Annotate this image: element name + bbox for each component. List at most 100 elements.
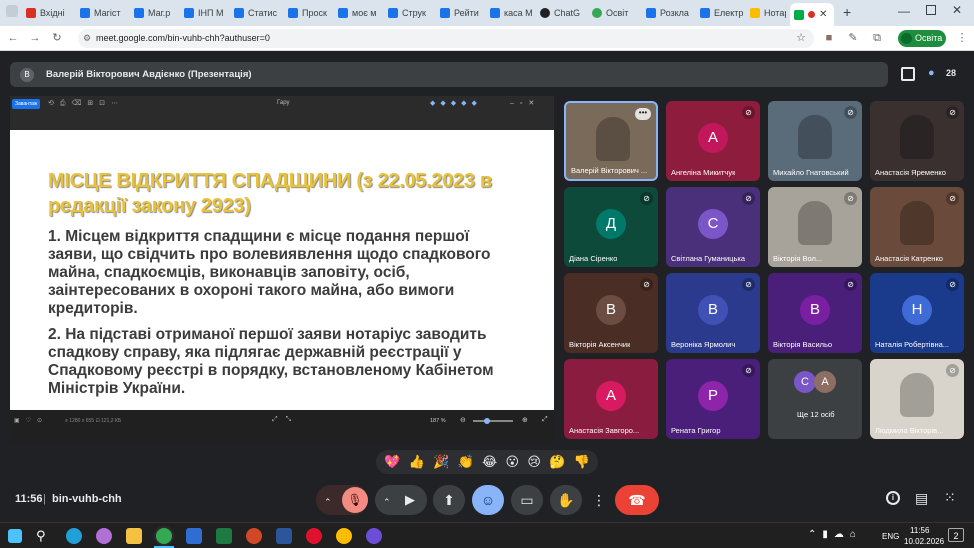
participant-tile[interactable]: ••• Валерій Вікторович ... bbox=[564, 101, 658, 181]
browser-tab[interactable]: Рейти bbox=[436, 4, 482, 22]
chat-icon[interactable]: ▤ bbox=[915, 490, 928, 507]
app-icon[interactable] bbox=[186, 528, 202, 544]
excel-icon[interactable] bbox=[216, 528, 232, 544]
activities-icon[interactable]: ⁙ bbox=[944, 489, 956, 506]
captions-button[interactable]: ▭ bbox=[511, 485, 543, 515]
opera-icon[interactable] bbox=[306, 528, 322, 544]
copilot-icon[interactable] bbox=[96, 528, 112, 544]
participant-tile[interactable]: В ⊘ Вероніка Ярмолич bbox=[666, 273, 760, 353]
browser-tab[interactable]: ІНП М bbox=[180, 4, 226, 22]
browser-tab[interactable]: каса М bbox=[486, 4, 532, 22]
participant-tile[interactable]: С ⊘ Світлана Гуманицька bbox=[666, 187, 760, 267]
participant-tile[interactable]: ⊘ Анастасія Яременко bbox=[870, 101, 964, 181]
language-indicator[interactable]: ENG bbox=[882, 532, 899, 541]
edge-icon[interactable] bbox=[66, 528, 82, 544]
windows-start-icon[interactable] bbox=[8, 529, 22, 543]
participant-tile[interactable]: Н ⊘ Наталія Робертівна... bbox=[870, 273, 964, 353]
browser-tab[interactable]: Нотар bbox=[746, 4, 786, 22]
reaction-party-button[interactable]: 🎉 bbox=[433, 454, 449, 470]
reaction-thumbs-down-button[interactable]: 👎 bbox=[574, 454, 590, 470]
tab-search-icon[interactable] bbox=[6, 5, 18, 17]
participant-tile[interactable]: С А Ще 12 осіб bbox=[768, 359, 862, 439]
browser-tab[interactable]: Освіт bbox=[588, 4, 638, 22]
forward-icon[interactable]: → bbox=[28, 31, 42, 45]
camera-icon: ▶ bbox=[405, 492, 415, 507]
tab-google-meet[interactable]: ✕ bbox=[790, 3, 834, 26]
participant-tile[interactable]: ⊘ Михайло Гнатовський bbox=[768, 101, 862, 181]
stop-presenting-icon[interactable] bbox=[901, 67, 915, 81]
browser-tab[interactable]: Струк bbox=[384, 4, 432, 22]
fullscreen-icon[interactable]: ⤢ bbox=[542, 416, 548, 424]
zoom-in-icon[interactable]: ⊕ bbox=[522, 416, 528, 424]
mic-button[interactable]: ⌃ 🎙 bbox=[316, 485, 368, 515]
app-icon[interactable] bbox=[366, 528, 382, 544]
zoom-slider[interactable] bbox=[473, 420, 513, 422]
chrome-icon[interactable] bbox=[156, 528, 172, 544]
camera-button[interactable]: ⌃ ▶ bbox=[375, 485, 427, 515]
powerpoint-icon[interactable] bbox=[246, 528, 262, 544]
reaction-thumbs-up-button[interactable]: 👍 bbox=[409, 454, 425, 470]
browser-tab[interactable]: Розкла bbox=[642, 4, 692, 22]
bookmark-star-icon[interactable]: ☆ bbox=[796, 29, 806, 48]
participant-tile[interactable]: ⊘ Людмила Вікторів... bbox=[870, 359, 964, 439]
browser-tab[interactable]: Проск bbox=[284, 4, 330, 22]
browser-tab[interactable]: моє м bbox=[334, 4, 380, 22]
more-options-button[interactable]: ⋮ bbox=[589, 485, 609, 515]
info-icon[interactable]: i bbox=[886, 491, 900, 505]
chevron-up-icon[interactable]: ⌃ bbox=[383, 497, 391, 507]
emoji-button[interactable]: ☺ bbox=[472, 485, 504, 515]
menu-dots-icon[interactable]: ⋮ bbox=[955, 31, 969, 45]
reaction-thinking-button[interactable]: 🤔 bbox=[549, 454, 565, 470]
browser-tab[interactable]: Електр bbox=[696, 4, 744, 22]
more-options-icon[interactable]: ••• bbox=[635, 108, 651, 120]
reaction-sad-button[interactable]: 😢 bbox=[527, 454, 541, 470]
extensions-puzzle-icon[interactable]: ⧉ bbox=[870, 31, 884, 45]
present-screen-button[interactable]: ⬆ bbox=[433, 485, 465, 515]
reaction-clap-button[interactable]: 👏 bbox=[458, 454, 474, 470]
close-window-icon[interactable]: ✕ bbox=[952, 3, 962, 17]
chrome-icon[interactable] bbox=[336, 528, 352, 544]
participant-tile[interactable]: Р ⊘ Рената Григор bbox=[666, 359, 760, 439]
participant-tile[interactable]: ⊘ Вікторія Вол... bbox=[768, 187, 862, 267]
close-tab-icon[interactable]: ✕ bbox=[819, 9, 827, 20]
extension-icon[interactable]: ✎ bbox=[846, 31, 860, 45]
participant-tile[interactable]: Д ⊘ Діана Сіренко bbox=[564, 187, 658, 267]
maximize-icon[interactable] bbox=[926, 5, 936, 15]
viewer-tool-button[interactable]: Завантаж bbox=[12, 99, 41, 109]
reaction-heart-button[interactable]: 💖 bbox=[384, 454, 400, 470]
leave-call-button[interactable]: ☎ bbox=[615, 485, 659, 515]
reaction-surprised-button[interactable]: 😮 bbox=[506, 454, 520, 470]
participant-tile[interactable]: ⊘ Анастасія Катренко bbox=[870, 187, 964, 267]
file-explorer-icon[interactable] bbox=[126, 528, 142, 544]
extension-icon[interactable]: ■ bbox=[822, 31, 836, 45]
tray-icons[interactable]: ⌃▮☁⌂ bbox=[808, 529, 862, 540]
raise-hand-button[interactable]: ✋ bbox=[550, 485, 582, 515]
browser-tab[interactable]: Вхідні bbox=[22, 4, 70, 22]
browser-tab[interactable]: Магіст bbox=[76, 4, 126, 22]
clock-time[interactable]: 11:56 bbox=[910, 526, 929, 535]
zoom-slider-knob[interactable] bbox=[484, 418, 490, 424]
back-icon[interactable]: ← bbox=[6, 31, 20, 45]
notification-badge[interactable]: 2 bbox=[948, 528, 964, 542]
site-info-icon[interactable]: ⚙ bbox=[83, 29, 91, 48]
browser-tab[interactable]: ChatG bbox=[536, 4, 584, 22]
url-bar[interactable]: ⚙ meet.google.com/bin-vuhb-chh?authuser=0… bbox=[78, 29, 814, 48]
profile-button[interactable]: Освіта bbox=[898, 30, 946, 47]
participant-tile[interactable]: А Анастасія Завгоро... bbox=[564, 359, 658, 439]
minimize-icon[interactable]: — bbox=[898, 4, 910, 18]
fit-icons[interactable]: ⤢⤡ bbox=[272, 416, 299, 424]
participant-tile[interactable]: В ⊘ Вікторія Васильо bbox=[768, 273, 862, 353]
reload-icon[interactable]: ↻ bbox=[50, 31, 64, 45]
zoom-out-icon[interactable]: ⊖ bbox=[460, 416, 466, 424]
browser-tab[interactable]: Статис bbox=[230, 4, 280, 22]
clock-date[interactable]: 10.02.2026 bbox=[904, 537, 944, 546]
reaction-laugh-button[interactable]: 😂 bbox=[482, 454, 497, 470]
word-icon[interactable] bbox=[276, 528, 292, 544]
search-icon[interactable]: ⚲ bbox=[36, 528, 52, 544]
new-tab-icon[interactable]: + bbox=[843, 4, 851, 20]
participant-tile[interactable]: А ⊘ Ангеліна Микитчук bbox=[666, 101, 760, 181]
participant-tile[interactable]: В ⊘ Вікторія Аксенчик bbox=[564, 273, 658, 353]
people-icon[interactable]: ● bbox=[928, 67, 935, 79]
browser-tab[interactable]: Маг.р bbox=[130, 4, 176, 22]
chevron-up-icon[interactable]: ⌃ bbox=[324, 497, 332, 507]
